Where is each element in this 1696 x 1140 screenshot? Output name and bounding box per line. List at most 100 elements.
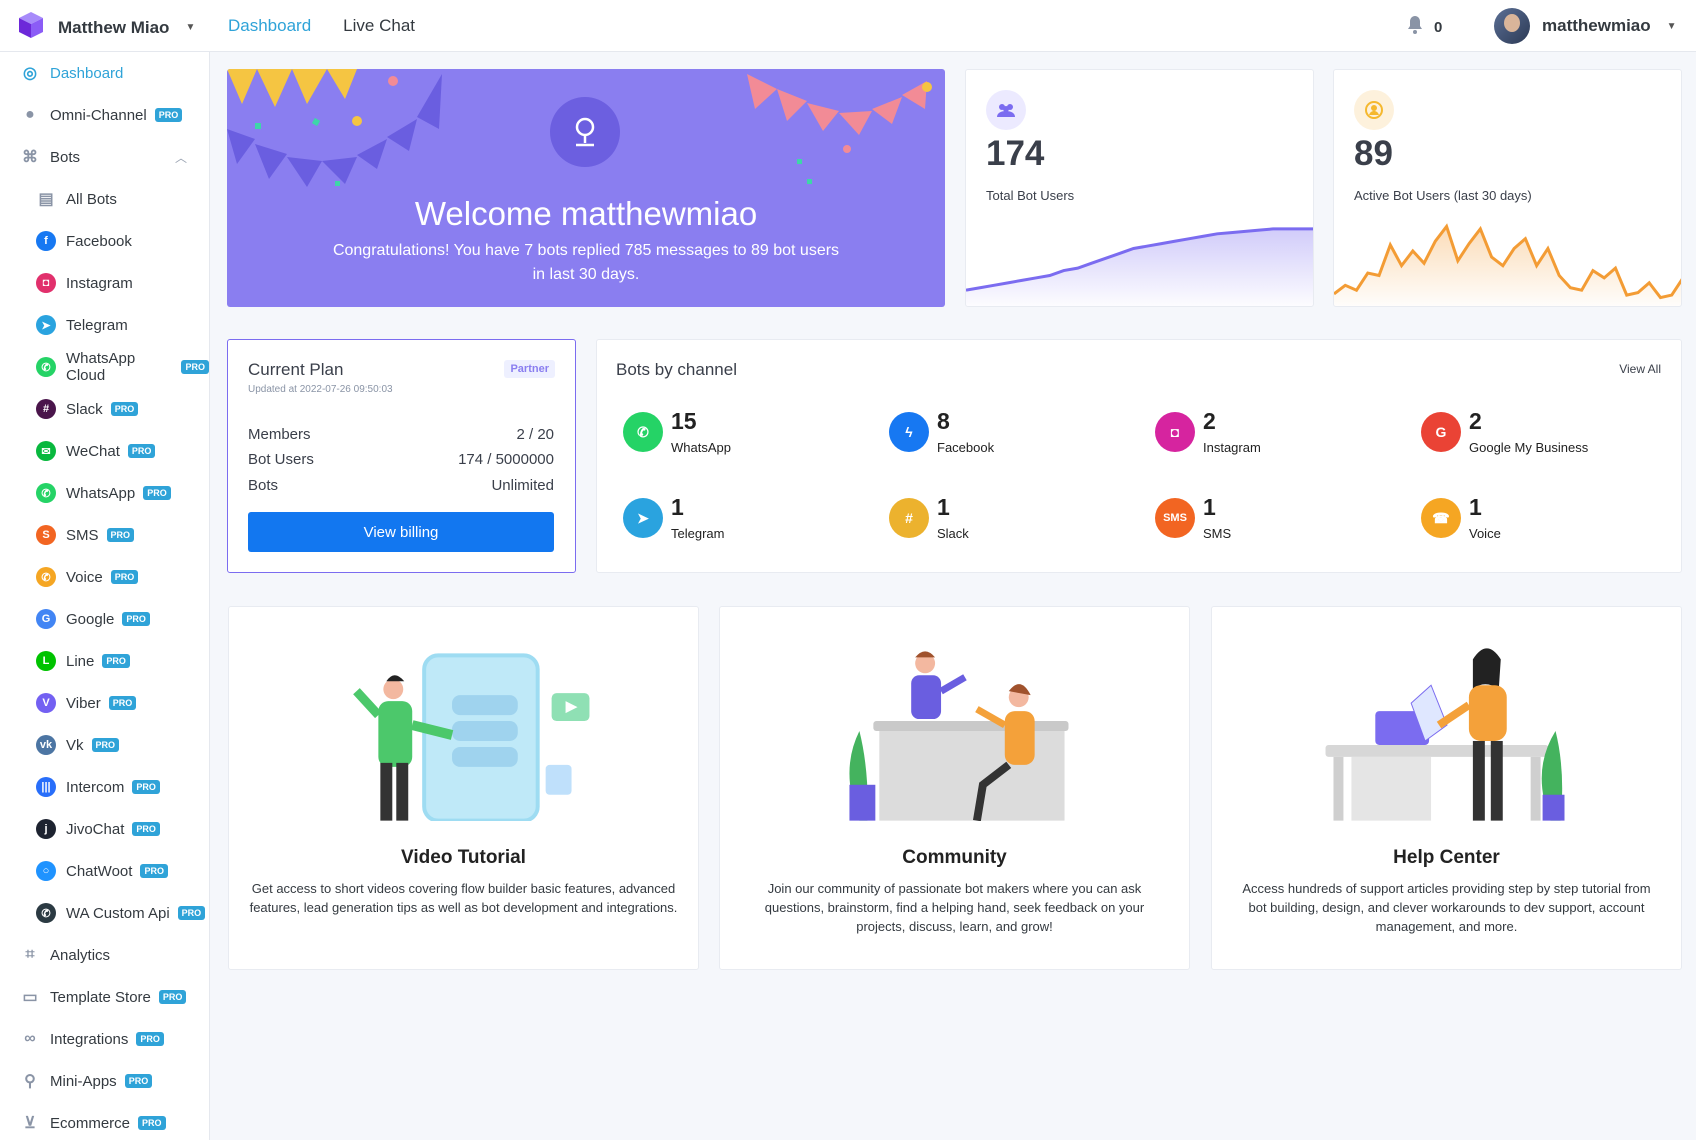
top-bar: Matthew Miao ▼ Dashboard Live Chat 0 mat… [0, 0, 1696, 52]
sidebar-item-label: Telegram [66, 316, 128, 334]
channel-facebook[interactable]: ϟ 8 Facebook [889, 408, 1139, 458]
channel-google-my-business[interactable]: G 2 Google My Business [1421, 408, 1671, 458]
stat-total-bot-users: 174 Total Bot Users [965, 69, 1314, 307]
sidebar-item-dashboard[interactable]: ◎ Dashboard [0, 52, 209, 94]
voice-icon: ✆ [36, 567, 56, 587]
user-menu[interactable]: matthewmiao ▼ [1494, 8, 1677, 44]
nav-dashboard[interactable]: Dashboard [228, 16, 311, 36]
sidebar-item-label: WA Custom Api [66, 904, 170, 922]
channel-whatsapp[interactable]: ✆ 15 WhatsApp [623, 408, 873, 458]
nav-live-chat[interactable]: Live Chat [343, 16, 415, 36]
sidebar-item-label: Facebook [66, 232, 132, 250]
sidebar-item-label: JivoChat [66, 820, 125, 838]
sidebar-item-bots[interactable]: ⌘ Bots ︿ [0, 136, 209, 178]
telegram-icon: ➤ [623, 498, 663, 538]
sidebar-item-all-bots[interactable]: ▤ All Bots [0, 178, 209, 220]
resource-description: Join our community of passionate bot mak… [764, 881, 1145, 934]
video-tutorial-illustration [353, 653, 590, 821]
sidebar-item-template-store[interactable]: ▭ Template Store PRO [0, 976, 209, 1018]
sidebar-item-label: Mini-Apps [50, 1072, 117, 1090]
sidebar-item-omni-channel[interactable]: ● Omni-Channel PRO [0, 94, 209, 136]
sidebar-item-mini-apps[interactable]: ⚲ Mini-Apps PRO [0, 1060, 209, 1102]
sidebar-item-label: Analytics [50, 946, 111, 964]
sidebar-item-slack[interactable]: # Slack PRO [0, 388, 209, 430]
google-icon: G [36, 609, 56, 629]
jivochat-icon: j [36, 819, 56, 839]
pro-badge: PRO [158, 990, 187, 1004]
plan-badge: Partner [504, 360, 555, 378]
sidebar-item-facebook[interactable]: f Facebook [0, 220, 209, 262]
sidebar-item-vk[interactable]: vk Vk PRO [0, 724, 209, 766]
user-circle-icon [1354, 90, 1394, 130]
all-bots-icon: ▤ [38, 191, 54, 208]
sidebar-item-whatsapp-cloud[interactable]: ✆ WhatsApp Cloud PRO [0, 346, 209, 388]
stat-value: 89 [1354, 134, 1393, 173]
sidebar-item-wa-custom-api[interactable]: ✆ WA Custom Api PRO [0, 892, 209, 934]
notifications-button[interactable]: 0 [1406, 15, 1442, 39]
channel-name: Voice [1469, 526, 1501, 541]
slack-icon: # [889, 498, 929, 538]
sidebar-item-jivochat[interactable]: j JivoChat PRO [0, 808, 209, 850]
chatwoot-icon: ○ [36, 861, 56, 881]
view-billing-button[interactable]: View billing [248, 512, 554, 552]
vk-icon: vk [36, 735, 56, 755]
chevron-up-icon[interactable]: ︿ [175, 149, 187, 166]
pro-badge: PRO [136, 1032, 164, 1046]
channel-sms[interactable]: SMS 1 SMS [1155, 494, 1405, 544]
sidebar-item-whatsapp[interactable]: ✆ WhatsApp PRO [0, 472, 209, 514]
channel-name: Slack [937, 526, 969, 541]
channel-slack[interactable]: #1 Slack [889, 494, 1139, 544]
sidebar-item-chatwoot[interactable]: ○ ChatWoot PRO [0, 850, 209, 892]
workspace-name: Matthew Miao [58, 17, 170, 37]
channel-name: Telegram [671, 526, 725, 541]
row-label: Bot Users [248, 451, 314, 468]
sidebar-item-telegram[interactable]: ➤ Telegram [0, 304, 209, 346]
sidebar-item-sms[interactable]: S SMS PRO [0, 514, 209, 556]
sidebar-item-wechat[interactable]: ✉ WeChat PRO [0, 430, 209, 472]
line-icon: L [36, 651, 56, 671]
sidebar-item-label: Vk [66, 736, 84, 754]
sidebar-item-label: Slack [66, 400, 103, 418]
sidebar-item-ecommerce[interactable]: ⊻ Ecommerce PRO [0, 1102, 209, 1140]
sms-icon: SMS [1155, 498, 1195, 538]
sidebar-item-analytics[interactable]: ⌗ Analytics [0, 934, 209, 976]
pro-badge: PRO [91, 738, 120, 752]
channel-instagram[interactable]: ◘ 2 Instagram [1155, 408, 1405, 458]
stat-label: Total Bot Users [986, 188, 1075, 203]
sidebar-item-label: Integrations [50, 1030, 129, 1048]
pro-badge: PRO [127, 444, 156, 458]
sparkline-area [966, 228, 1313, 306]
welcome-message: Congratulations! You have 7 bots replied… [332, 242, 840, 283]
sidebar-item-line[interactable]: L Line PRO [0, 640, 209, 682]
sidebar-item-viber[interactable]: V Viber PRO [0, 682, 209, 724]
resource-title: Video Tutorial [401, 847, 526, 868]
video-tutorial-card[interactable]: Video Tutorial Get access to short video… [228, 606, 699, 970]
sidebar-item-instagram[interactable]: ◘ Instagram [0, 262, 209, 304]
channels-title: Bots by channel [616, 360, 737, 379]
sidebar-item-label: Ecommerce [50, 1114, 131, 1132]
help-center-card[interactable]: Help Center Access hundreds of support a… [1211, 606, 1682, 970]
pro-badge: PRO [143, 486, 171, 500]
pro-badge: PRO [110, 402, 139, 416]
workspace-switcher[interactable]: Matthew Miao ▼ [16, 10, 195, 45]
wechat-icon: ✉ [36, 441, 56, 461]
view-all-link[interactable]: View All [1619, 362, 1661, 376]
stat-value: 174 [986, 134, 1045, 173]
sidebar-item-label: Dashboard [50, 64, 124, 82]
whatsapp-icon: ✆ [623, 412, 663, 452]
channel-telegram[interactable]: ➤ 1 Telegram [623, 494, 873, 544]
pro-badge: PRO [154, 108, 183, 122]
channel-voice[interactable]: ☎ 1 Voice [1421, 494, 1671, 544]
resource-title: Help Center [1393, 847, 1500, 868]
sidebar-item-label: Line [66, 652, 95, 670]
row-value: Unlimited [491, 477, 554, 494]
dashboard-icon: ◎ [23, 65, 37, 82]
sidebar-item-integrations[interactable]: ∞ Integrations PRO [0, 1018, 209, 1060]
community-card[interactable]: Community Join our community of passiona… [719, 606, 1190, 970]
users-icon [986, 90, 1026, 130]
row-value: 2 / 20 [516, 426, 554, 443]
sidebar-item-label: Intercom [66, 778, 125, 796]
sidebar-item-google[interactable]: G Google PRO [0, 598, 209, 640]
sidebar-item-intercom[interactable]: ||| Intercom PRO [0, 766, 209, 808]
sidebar-item-voice[interactable]: ✆ Voice PRO [0, 556, 209, 598]
